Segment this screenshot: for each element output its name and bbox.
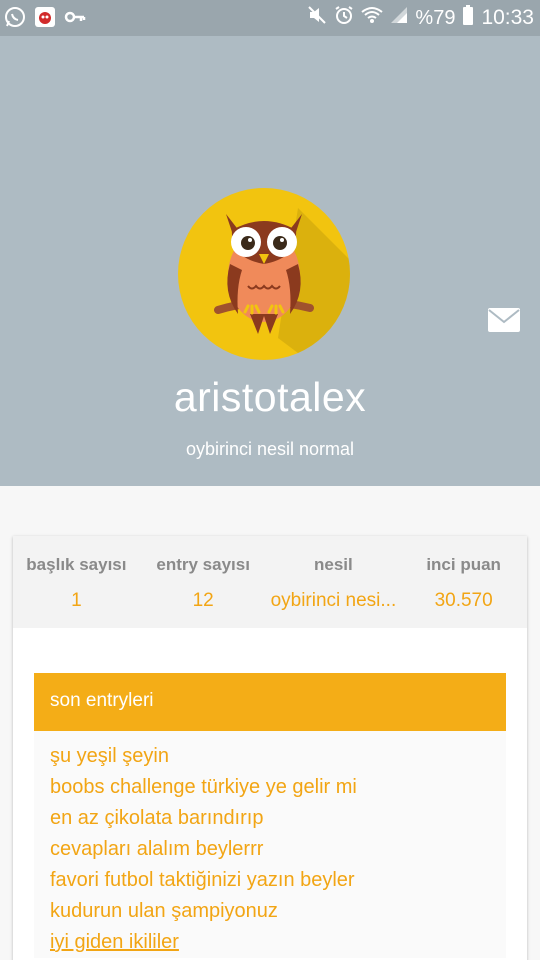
recent-entries-list: şu yeşil şeyin boobs challenge türkiye y…: [34, 731, 506, 958]
entry-link[interactable]: şu yeşil şeyin: [50, 741, 506, 772]
clock: 10:33: [481, 6, 534, 29]
stat-value: oybirinci nesi...: [270, 590, 397, 611]
profile-card: başlık sayısı 1 entry sayısı 12 nesil oy…: [13, 536, 527, 960]
stat-value: 1: [71, 590, 82, 611]
entry-link[interactable]: iyi giden ikililer: [50, 927, 506, 958]
mail-icon[interactable]: [488, 308, 520, 332]
entry-link[interactable]: boobs challenge türkiye ye gelir mi: [50, 772, 506, 803]
entry-link[interactable]: cevapları alalım beylerrr: [50, 834, 506, 865]
profile-header: aristotalex oybirinci nesil normal: [0, 36, 540, 486]
app-notification-icon: [34, 6, 56, 33]
entry-link[interactable]: favori futbol taktiğinizi yazın beyler: [50, 865, 506, 896]
alarm-icon: [334, 5, 354, 31]
signal-icon: [390, 6, 408, 30]
username: aristotalex: [173, 374, 367, 420]
stat-label: nesil: [314, 555, 353, 574]
stat-value: 30.570: [434, 590, 493, 611]
owl-avatar: [178, 188, 350, 360]
battery-icon: [462, 5, 474, 31]
key-icon: [64, 6, 86, 33]
entry-link[interactable]: en az çikolata barındırıp: [50, 803, 506, 834]
stat-title-count: başlık sayısı 1: [13, 536, 140, 628]
whatsapp-icon: [4, 6, 26, 33]
entry-link[interactable]: kudurun ulan şampiyonuz: [50, 896, 506, 927]
battery-percent: %79: [415, 6, 456, 29]
stats-row: başlık sayısı 1 entry sayısı 12 nesil oy…: [13, 536, 527, 628]
stat-label: entry sayısı: [156, 555, 250, 574]
stat-generation: nesil oybirinci nesi...: [267, 536, 401, 628]
status-bar: %79 10:33: [0, 0, 540, 36]
generation-label: oybirinci nesil normal: [185, 439, 355, 459]
stat-label: inci puan: [426, 555, 501, 574]
stat-label: başlık sayısı: [26, 555, 127, 574]
stat-score: inci puan 30.570: [400, 536, 527, 628]
recent-entries-header: son entryleri: [34, 673, 506, 731]
wifi-icon: [361, 6, 384, 30]
stat-value: 12: [192, 590, 214, 611]
stat-entry-count: entry sayısı 12: [140, 536, 267, 628]
mute-icon: [307, 5, 327, 31]
